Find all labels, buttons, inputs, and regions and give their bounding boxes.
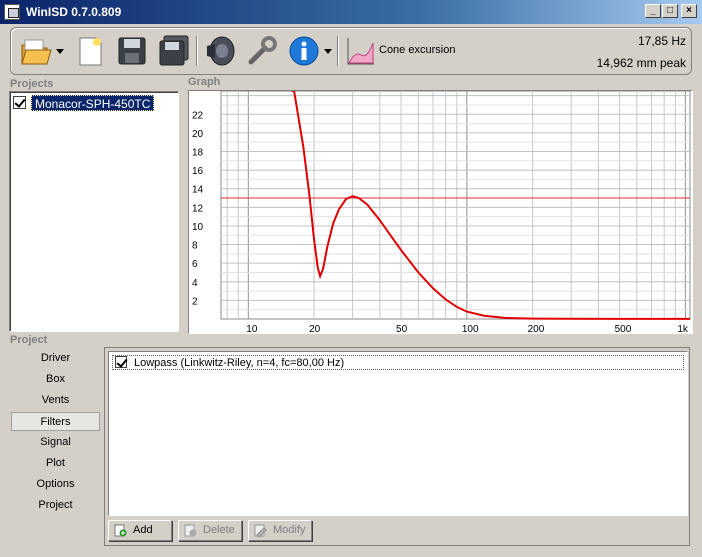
x-tick-label: 10: [246, 324, 258, 333]
add-label: Add: [133, 524, 153, 536]
menu-options[interactable]: Options: [11, 475, 100, 494]
project-group-label: Project: [10, 334, 48, 346]
y-tick-label: 20: [192, 129, 204, 140]
cone-excursion-label[interactable]: Cone excursion: [379, 44, 455, 56]
filters-list[interactable]: Lowpass (Linkwitz-Riley, n=4, fc=80,00 H…: [108, 351, 688, 516]
graph-group-label: Graph: [188, 76, 221, 88]
open-folder-icon[interactable]: [19, 34, 64, 68]
projects-list[interactable]: Monacor-SPH-450TC: [9, 91, 179, 332]
graph-panel[interactable]: 22 20 18 16 14 12 10 8 6 4 2 10 20 50 100 200 500 1k: [188, 90, 693, 334]
new-project-icon[interactable]: [73, 34, 107, 68]
menu-project[interactable]: Project: [11, 496, 100, 515]
menu-box[interactable]: Box: [11, 370, 100, 389]
projects-group-label: Projects: [10, 78, 54, 90]
toolbar: Cone excursion 17,85 Hz 14,962 mm peak: [10, 27, 692, 75]
x-tick-label: 100: [462, 324, 479, 333]
cone-excursion-graph[interactable]: 22 20 18 16 14 12 10 8 6 4 2 10 20 50 100 200 500 1k: [189, 91, 692, 333]
project-item[interactable]: Monacor-SPH-450TC: [13, 95, 177, 112]
toolbar-separator: [337, 36, 339, 66]
y-axis-ticks: 22 20 18 16 14 12 10 8 6 4 2: [192, 110, 204, 307]
filters-panel: Lowpass (Linkwitz-Riley, n=4, fc=80,00 H…: [104, 347, 690, 546]
y-tick-label: 12: [192, 203, 204, 214]
close-button[interactable]: ×: [681, 4, 697, 18]
filter-checkbox[interactable]: [115, 356, 127, 368]
x-tick-label: 500: [615, 324, 632, 333]
delete-icon: [184, 524, 197, 537]
menu-vents[interactable]: Vents: [11, 391, 100, 410]
x-tick-label: 20: [309, 324, 321, 333]
app-icon[interactable]: [4, 4, 20, 20]
menu-driver[interactable]: Driver: [11, 349, 100, 368]
y-tick-label: 4: [192, 278, 198, 289]
project-checkbox[interactable]: [13, 96, 26, 109]
y-tick-label: 22: [192, 110, 204, 121]
maximize-button[interactable]: □: [662, 4, 678, 18]
y-tick-label: 6: [192, 259, 198, 270]
cone-excursion-chart-icon[interactable]: [344, 34, 378, 68]
delete-filter-button[interactable]: Delete: [178, 520, 242, 541]
pencil-icon: [254, 524, 267, 537]
title-bar: WinISD 0.7.0.809 _ □ ×: [0, 0, 702, 24]
minimize-button[interactable]: _: [645, 4, 661, 18]
speaker-icon[interactable]: [203, 34, 237, 68]
filter-item[interactable]: Lowpass (Linkwitz-Riley, n=4, fc=80,00 H…: [112, 355, 684, 370]
excursion-readout: 14,962 mm peak: [596, 56, 686, 70]
delete-label: Delete: [203, 524, 235, 536]
add-filter-button[interactable]: Add: [108, 520, 172, 541]
x-tick-label: 50: [396, 324, 408, 333]
y-tick-label: 2: [192, 296, 198, 307]
modify-label: Modify: [273, 524, 306, 536]
x-tick-label: 200: [528, 324, 545, 333]
window-title: WinISD 0.7.0.809: [26, 5, 122, 19]
add-icon: [114, 524, 127, 537]
project-name[interactable]: Monacor-SPH-450TC: [31, 95, 155, 111]
toolbar-separator: [196, 36, 198, 66]
x-tick-label: 1k: [677, 324, 689, 333]
menu-filters[interactable]: Filters: [11, 412, 100, 431]
y-tick-label: 10: [192, 222, 204, 233]
menu-signal[interactable]: Signal: [11, 433, 100, 452]
modify-filter-button[interactable]: Modify: [248, 520, 312, 541]
y-tick-label: 16: [192, 166, 204, 177]
save-icon[interactable]: [115, 34, 149, 68]
frequency-readout: 17,85 Hz: [637, 34, 686, 48]
info-icon[interactable]: [287, 34, 332, 68]
filter-label[interactable]: Lowpass (Linkwitz-Riley, n=4, fc=80,00 H…: [134, 357, 344, 369]
y-tick-label: 14: [192, 185, 204, 196]
graph-grid: [220, 91, 691, 320]
wrench-icon[interactable]: [245, 34, 279, 68]
menu-plot[interactable]: Plot: [11, 454, 100, 473]
save-as-icon[interactable]: [157, 34, 191, 68]
x-axis-ticks: 10 20 50 100 200 500 1k: [246, 324, 689, 333]
y-tick-label: 18: [192, 147, 204, 158]
y-tick-label: 8: [192, 241, 198, 252]
